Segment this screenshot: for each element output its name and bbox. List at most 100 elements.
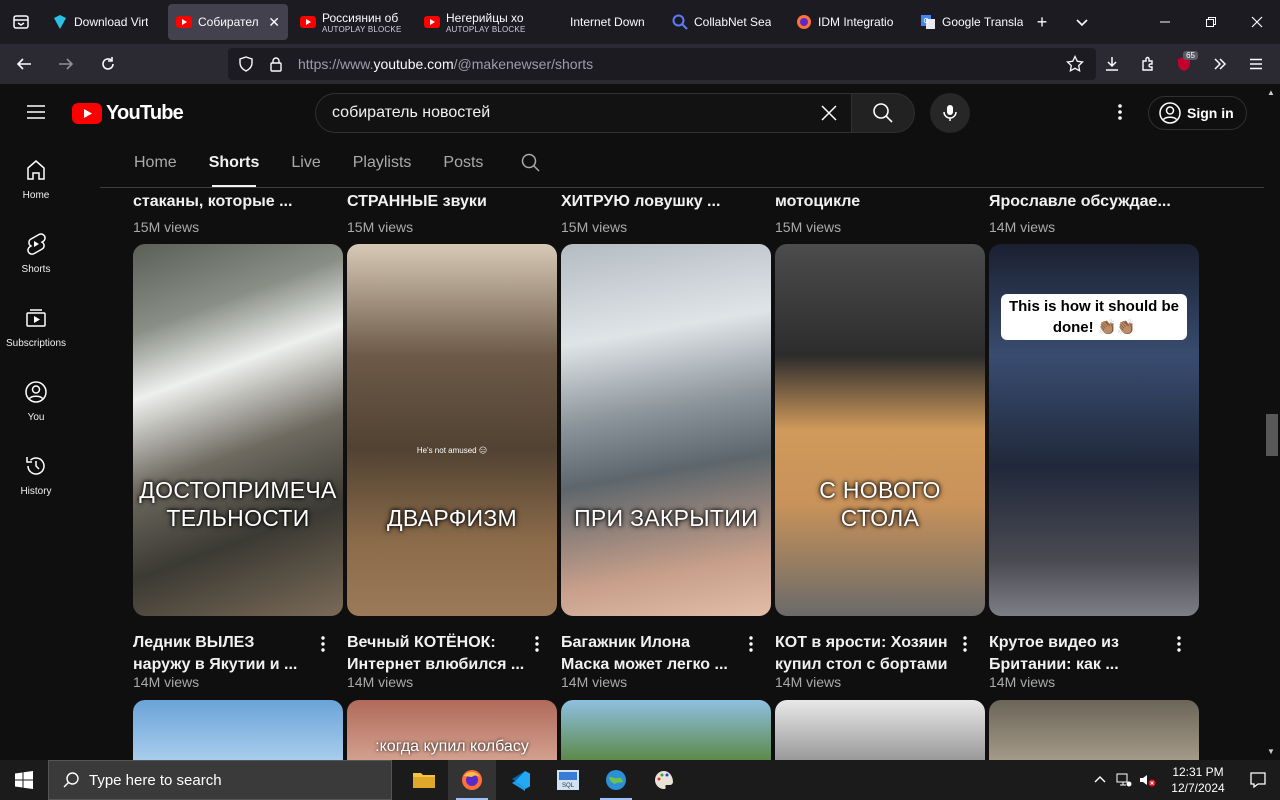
lock-icon[interactable] — [264, 56, 288, 72]
you-icon — [25, 381, 47, 403]
taskbar-clock[interactable]: 12:31 PM 12/7/2024 — [1160, 764, 1236, 796]
clear-search-button[interactable] — [817, 101, 841, 125]
downloads-button[interactable] — [1094, 44, 1130, 84]
short-thumbnail[interactable] — [561, 700, 771, 760]
tab-home[interactable]: Home — [100, 139, 193, 187]
firefox-app[interactable] — [448, 760, 496, 800]
browser-tab[interactable]: G Google Transla — [912, 4, 1032, 40]
tab-text: Download Virt — [74, 15, 148, 29]
settings-more-button[interactable] — [1108, 100, 1132, 124]
short-more-button[interactable] — [313, 634, 333, 654]
tab-list-button[interactable] — [0, 0, 42, 44]
scroll-up-icon[interactable]: ▲ — [1267, 88, 1275, 97]
back-button[interactable] — [6, 48, 42, 80]
short-title[interactable]: мотоцикле — [775, 193, 860, 211]
extensions-button[interactable] — [1130, 44, 1166, 84]
trunk-thumbnail[interactable]: ПРИ ЗАКРЫТИИ — [561, 244, 771, 616]
voice-search-button[interactable] — [930, 93, 970, 133]
browser-tab[interactable]: Собирател ✕ — [168, 4, 288, 40]
windows-taskbar: Type here to search SQL 12:31 PM 12/7/20… — [0, 760, 1280, 800]
close-window-button[interactable] — [1234, 0, 1280, 44]
kitten-thumbnail[interactable]: ДВАРФИЗМ He's not amused 😑 — [347, 244, 557, 616]
globe-icon — [606, 770, 626, 790]
reload-button[interactable] — [90, 48, 126, 80]
search-box[interactable] — [315, 93, 851, 133]
svg-text:SQL: SQL — [562, 783, 575, 789]
sidebar-item-home[interactable]: Home — [0, 140, 72, 214]
sidebar-item-subscriptions[interactable]: Subscriptions — [0, 288, 72, 362]
sidebar-item-history[interactable]: History — [0, 436, 72, 510]
file-explorer-app[interactable] — [400, 760, 448, 800]
sidebar-item-shorts[interactable]: Shorts — [0, 214, 72, 288]
short-title[interactable]: ХИТРУЮ ловушку ... — [561, 193, 720, 211]
restore-button[interactable] — [1188, 0, 1234, 44]
more-tools-button[interactable] — [1202, 44, 1238, 84]
scroll-down-icon[interactable]: ▼ — [1267, 747, 1275, 756]
short-thumbnail[interactable] — [775, 700, 985, 760]
short-views: 14M views — [775, 674, 842, 690]
tab-title: Download Virt — [74, 15, 149, 29]
bookmark-star-icon[interactable] — [1066, 54, 1084, 78]
short-more-button[interactable] — [1169, 634, 1189, 654]
cat-table-thumbnail[interactable]: С НОВОГО СТОЛА — [775, 244, 985, 616]
browser-tab[interactable]: Россиянин об AUTOPLAY BLOCKE — [292, 4, 412, 40]
search-input[interactable] — [316, 104, 796, 122]
search-button[interactable] — [851, 93, 915, 133]
short-more-button[interactable] — [527, 634, 547, 654]
sign-in-button[interactable]: Sign in — [1148, 96, 1247, 130]
page-scrollbar[interactable]: ▲ ▼ — [1264, 84, 1280, 760]
browser-tab[interactable]: Негерийцы хо AUTOPLAY BLOCKE — [416, 4, 536, 40]
minimize-button[interactable] — [1142, 0, 1188, 44]
short-title[interactable]: Ледник ВЫЛЕЗ наружу в Якутии и ... — [133, 632, 313, 676]
close-tab-icon[interactable]: ✕ — [268, 14, 280, 31]
browser-tab[interactable]: Internet Down — [540, 4, 660, 40]
paint-app[interactable] — [640, 760, 688, 800]
short-more-button[interactable] — [741, 634, 761, 654]
volume-muted-icon[interactable] — [1136, 760, 1160, 800]
short-title[interactable]: стаканы, которые ... — [133, 193, 292, 211]
tab-live[interactable]: Live — [275, 139, 336, 187]
tab-playlists[interactable]: Playlists — [337, 139, 428, 187]
channel-search-button[interactable] — [511, 139, 551, 187]
short-title[interactable]: Вечный КОТЁНОК: Интернет влюбился ... — [347, 632, 527, 676]
tab-shorts[interactable]: Shorts — [193, 139, 276, 187]
scrollbar-thumb[interactable] — [1266, 414, 1278, 456]
tray-overflow-button[interactable] — [1088, 760, 1112, 800]
short-title[interactable]: КОТ в ярости: Хозяин купил стол с бортам… — [775, 632, 955, 676]
tab-title: Google Transla — [942, 15, 1024, 29]
short-thumbnail[interactable] — [989, 700, 1199, 760]
globe-app[interactable] — [592, 760, 640, 800]
sidebar-item-you[interactable]: You — [0, 362, 72, 436]
short-title[interactable]: Крутое видео из Британии: как ... — [989, 632, 1169, 676]
bus-thumbnail[interactable]: This is how it should be done! 👏🏽👏🏽 — [989, 244, 1199, 616]
short-title[interactable]: Ярославле обсуждае... — [989, 193, 1171, 211]
address-bar[interactable]: https://www.youtube.com/@makenewser/shor… — [228, 48, 1096, 80]
start-button[interactable] — [0, 760, 48, 800]
network-icon[interactable] — [1112, 760, 1136, 800]
app-menu-button[interactable] — [1238, 44, 1274, 84]
tab-posts[interactable]: Posts — [427, 139, 499, 187]
tab-overflow-button[interactable] — [1062, 0, 1102, 44]
short-title[interactable]: СТРАННЫЕ звуки — [347, 193, 487, 211]
browser-tab[interactable]: CollabNet Sea — [664, 4, 784, 40]
browser-tab[interactable]: IDM Integratio — [788, 4, 908, 40]
guide-menu-button[interactable] — [24, 100, 48, 124]
short-more-button[interactable] — [955, 634, 975, 654]
short-title[interactable]: Багажник Илона Маска может легко ... — [561, 632, 741, 676]
ublock-extension-button[interactable]: 65 — [1166, 44, 1202, 84]
short-thumbnail[interactable] — [133, 700, 343, 760]
tracking-protection-icon[interactable] — [234, 56, 258, 72]
taskbar-search[interactable]: Type here to search — [48, 760, 392, 800]
forward-button[interactable] — [48, 48, 84, 80]
short-thumbnail[interactable]: :когда купил колбасу — [347, 700, 557, 760]
youtube-sidebar: Home Shorts Subscriptions You History — [0, 140, 72, 510]
visual-studio-code-app[interactable] — [496, 760, 544, 800]
glacier-thumbnail[interactable]: ДОСТОПРИМЕЧА ТЕЛЬНОСТИ — [133, 244, 343, 616]
youtube-logo[interactable]: YouTube — [72, 102, 184, 125]
url-text[interactable]: https://www.youtube.com/@makenewser/shor… — [298, 56, 593, 72]
taskbar-search-placeholder: Type here to search — [89, 771, 222, 789]
action-center-button[interactable] — [1236, 771, 1280, 789]
browser-tab[interactable]: Download Virt — [44, 4, 164, 40]
sql-app[interactable]: SQL — [544, 760, 592, 800]
firefox-icon — [796, 14, 812, 30]
